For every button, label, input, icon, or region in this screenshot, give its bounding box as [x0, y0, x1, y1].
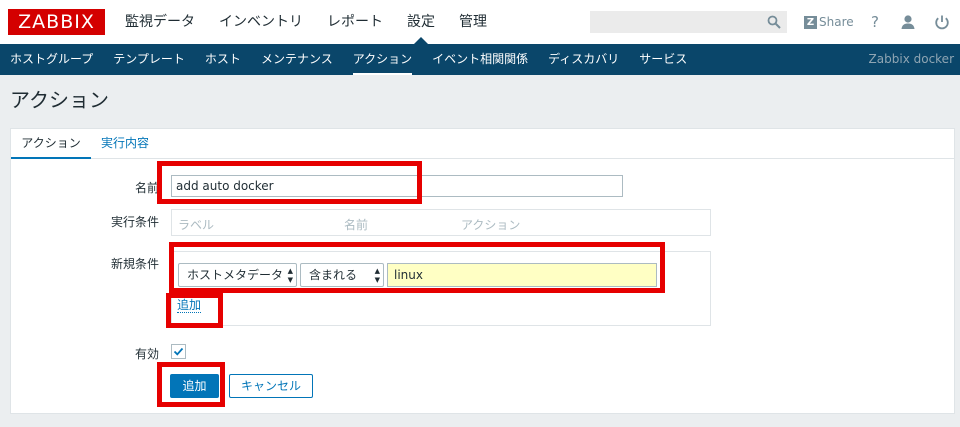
conditions-table: ラベル 名前 アクション: [171, 209, 711, 236]
main-menu-monitoring[interactable]: 監視データ: [125, 0, 195, 44]
main-menu-configuration[interactable]: 設定: [407, 0, 435, 44]
new-condition-label: 新規条件: [110, 257, 159, 271]
zabbix-share-icon: Z: [804, 15, 817, 29]
conditions-label: 実行条件: [110, 215, 159, 229]
action-form-panel: アクション 実行内容 名前 実行条件 ラベル 名前 アクション 新規条件 ホスト…: [10, 128, 955, 414]
condition-type-value: ホストメタデータ: [187, 268, 284, 282]
enabled-label: 有効: [134, 347, 159, 361]
conditions-col-name: 名前: [344, 218, 369, 232]
search-input[interactable]: [590, 11, 787, 33]
power-icon[interactable]: [933, 13, 951, 31]
user-icon[interactable]: [899, 13, 917, 31]
conditions-col-action: アクション: [461, 218, 521, 232]
add-button[interactable]: 追加: [170, 374, 219, 398]
main-menu-inventory[interactable]: インベントリ: [219, 0, 303, 44]
subnav-event-correlation[interactable]: イベント相関関係: [422, 44, 538, 75]
share-link[interactable]: Z Share: [804, 13, 854, 31]
help-icon[interactable]: ?: [866, 13, 884, 31]
subnav-maintenance[interactable]: メンテナンス: [251, 44, 343, 75]
name-label: 名前: [134, 181, 159, 195]
name-field[interactable]: [171, 175, 623, 197]
share-label: Share: [819, 15, 854, 29]
tab-operations[interactable]: 実行内容: [101, 129, 149, 159]
sub-navigation: ホストグループ テンプレート ホスト メンテナンス アクション イベント相関関係…: [0, 44, 960, 75]
main-menu-administration[interactable]: 管理: [459, 0, 487, 44]
check-icon: [173, 347, 184, 356]
subnav-templates[interactable]: テンプレート: [103, 44, 195, 75]
subnav-actions[interactable]: アクション: [343, 44, 422, 75]
top-header: ZABBIX 監視データ インベントリ レポート 設定 管理 Z Share ?: [0, 0, 960, 44]
subnav-host-groups[interactable]: ホストグループ: [0, 44, 103, 75]
search-icon[interactable]: [767, 15, 781, 29]
main-menu-reports[interactable]: レポート: [327, 0, 383, 44]
zabbix-logo[interactable]: ZABBIX: [8, 9, 105, 35]
subnav-discovery[interactable]: ディスカバリ: [538, 44, 629, 75]
subnav-services[interactable]: サービス: [629, 44, 697, 75]
condition-operator-value: 含まれる: [309, 268, 358, 282]
enabled-checkbox[interactable]: [171, 344, 186, 359]
form-tabs: アクション 実行内容: [11, 129, 954, 159]
server-name: Zabbix docker: [868, 52, 954, 66]
page-title: アクション: [10, 88, 109, 112]
conditions-col-label: ラベル: [178, 218, 215, 232]
main-menu: 監視データ インベントリ レポート 設定 管理: [125, 0, 511, 44]
subnav-hosts[interactable]: ホスト: [195, 44, 251, 75]
select-arrows-icon: ▲ ▼: [374, 267, 380, 284]
add-condition-link[interactable]: 追加: [177, 298, 202, 313]
condition-operator-select[interactable]: 含まれる ▲ ▼: [300, 263, 384, 287]
select-arrows-icon: ▲ ▼: [287, 267, 293, 284]
cancel-button[interactable]: キャンセル: [229, 374, 313, 398]
condition-value-field[interactable]: [387, 263, 657, 287]
tab-action[interactable]: アクション: [11, 129, 91, 159]
condition-type-select[interactable]: ホストメタデータ ▲ ▼: [178, 263, 297, 287]
